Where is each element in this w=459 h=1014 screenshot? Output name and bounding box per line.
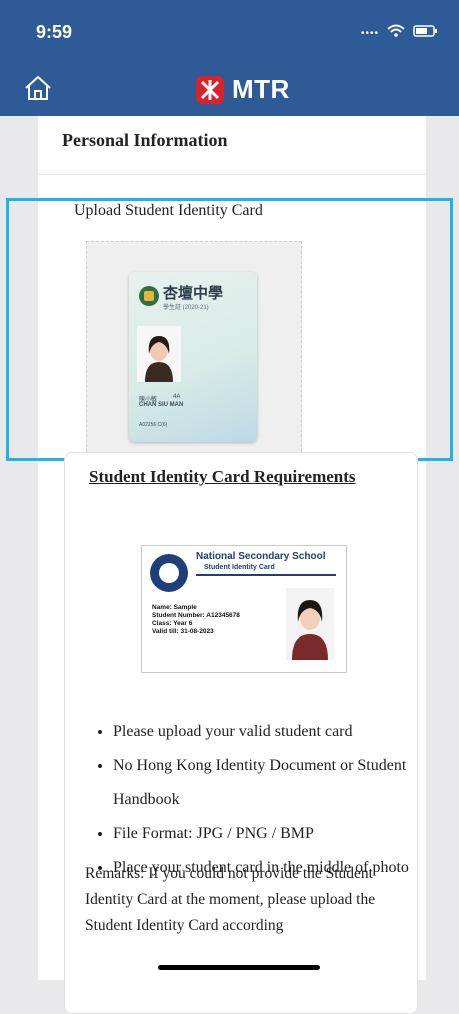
brand-name: MTR: [232, 74, 290, 104]
remarks-text: Remarks: If you could not provide the St…: [85, 865, 376, 934]
sample-class: Class: Year 6: [152, 620, 193, 627]
requirements-title: Student Identity Card Requirements: [89, 467, 356, 486]
sample-photo: [286, 588, 334, 660]
upload-highlight-box: [6, 198, 453, 461]
mtr-logo-icon: [196, 75, 224, 104]
home-indicator[interactable]: [158, 965, 320, 970]
sample-school-name: National Secondary School: [196, 551, 326, 562]
requirement-item: Please upload your valid student card: [113, 715, 433, 749]
time: 9:59: [36, 22, 73, 42]
dots-signal-icon: ••••: [360, 28, 379, 39]
sample-details: Name: Sample Student Number: A12345678 C…: [152, 604, 240, 636]
sample-divider: [196, 574, 336, 576]
requirement-item: File Format: JPG / PNG / BMP: [113, 817, 433, 851]
sample-name: Name: Sample: [152, 604, 197, 611]
sample-card-subtitle: Student Identity Card: [204, 564, 275, 571]
requirements-card: Student Identity Card Requirements Natio…: [64, 452, 418, 1014]
section-divider: [38, 174, 426, 175]
wifi-icon: [387, 24, 405, 43]
requirement-item: No Hong Kong Identity Document or Studen…: [113, 749, 433, 817]
section-title: Personal Information: [62, 130, 228, 150]
home-button[interactable]: [22, 74, 54, 102]
status-bar: 9:59 ••••: [0, 0, 459, 60]
brand-logo: MTR: [196, 74, 290, 105]
sample-school-logo-icon: [150, 554, 188, 592]
battery-icon: [413, 24, 439, 43]
requirements-list: Please upload your valid student card No…: [89, 715, 433, 885]
sample-student-number: Student Number: A12345678: [152, 612, 240, 619]
status-icons: ••••: [361, 24, 439, 43]
home-icon: [25, 76, 51, 100]
sample-valid-till: Valid till: 31-08-2023: [152, 628, 214, 635]
top-nav: MTR: [0, 60, 459, 116]
sample-student-card: National Secondary School Student Identi…: [141, 545, 347, 673]
